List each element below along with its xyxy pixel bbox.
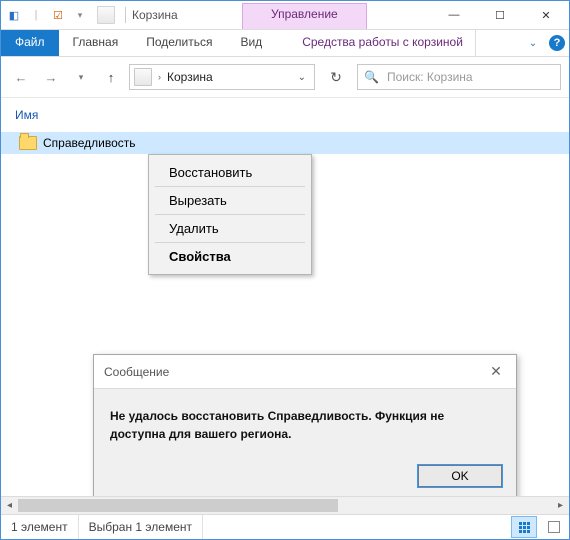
- back-button[interactable]: ←: [9, 65, 33, 89]
- ctx-delete[interactable]: Удалить: [155, 215, 305, 243]
- ctx-restore[interactable]: Восстановить: [155, 159, 305, 187]
- recent-locations-icon[interactable]: ▾: [69, 65, 93, 89]
- expand-ribbon-icon[interactable]: ⌄: [521, 30, 545, 56]
- qat-divider: |: [27, 6, 45, 24]
- titlebar-separator: [125, 7, 126, 23]
- status-bar: 1 элемент Выбран 1 элемент: [1, 514, 569, 539]
- maximize-button[interactable]: ☐: [477, 1, 523, 29]
- window-title: Корзина: [132, 8, 178, 22]
- recycle-bin-icon: [97, 6, 115, 24]
- tab-view[interactable]: Вид: [226, 30, 276, 56]
- scroll-right-icon[interactable]: ▸: [552, 497, 569, 514]
- search-input[interactable]: [385, 69, 554, 85]
- context-menu: Восстановить Вырезать Удалить Свойства: [148, 154, 312, 275]
- search-box[interactable]: 🔍: [357, 64, 561, 90]
- navigation-bar: ← → ▾ ↑ › Корзина ⌄ ↻ 🔍: [1, 57, 569, 98]
- tab-home[interactable]: Главная: [59, 30, 133, 56]
- message-dialog: Сообщение ✕ Не удалось восстановить Спра…: [93, 354, 517, 496]
- dialog-body-text: Не удалось восстановить Справедливость. …: [94, 388, 516, 455]
- large-icons-view-icon: [548, 521, 560, 533]
- status-selection: Выбран 1 элемент: [79, 515, 203, 539]
- breadcrumb-current[interactable]: Корзина: [167, 70, 213, 84]
- file-name: Справедливость: [43, 136, 136, 150]
- contextual-tab-header[interactable]: Управление: [242, 3, 367, 29]
- dialog-title-text: Сообщение: [104, 365, 169, 379]
- select-qat-icon[interactable]: ☑: [49, 6, 67, 24]
- location-recycle-icon: [134, 68, 152, 86]
- refresh-button[interactable]: ↻: [321, 63, 351, 91]
- status-item-count: 1 элемент: [1, 515, 79, 539]
- tab-share[interactable]: Поделиться: [132, 30, 226, 56]
- up-button[interactable]: ↑: [99, 65, 123, 89]
- list-item[interactable]: Справедливость: [1, 132, 569, 154]
- scroll-left-icon[interactable]: ◂: [1, 497, 18, 514]
- column-header-name[interactable]: Имя: [15, 108, 38, 122]
- dialog-ok-button[interactable]: OK: [418, 465, 502, 487]
- horizontal-scrollbar[interactable]: ◂ ▸: [1, 496, 569, 514]
- view-details-button[interactable]: [511, 516, 537, 538]
- chevron-right-icon[interactable]: ›: [158, 72, 161, 82]
- tab-recycle-tools[interactable]: Средства работы с корзиной: [290, 30, 476, 56]
- forward-button[interactable]: →: [39, 65, 63, 89]
- window-controls: — ☐ ✕: [431, 1, 569, 29]
- folder-icon: [19, 136, 37, 150]
- dialog-actions: OK: [94, 455, 516, 496]
- quick-access-toolbar: ◧ | ☑ ▾: [1, 6, 93, 24]
- help-icon: ?: [549, 35, 565, 51]
- scroll-track[interactable]: [18, 497, 552, 514]
- scroll-thumb[interactable]: [18, 499, 338, 512]
- ctx-cut[interactable]: Вырезать: [155, 187, 305, 215]
- minimize-button[interactable]: —: [431, 1, 477, 29]
- file-list-area: Имя Справедливость Восстановить Вырезать…: [1, 98, 569, 496]
- search-icon: 🔍: [364, 70, 379, 84]
- explorer-window: ◧ | ☑ ▾ Корзина Управление — ☐ ✕ Файл Гл…: [0, 0, 570, 540]
- qat-overflow-icon[interactable]: ▾: [71, 6, 89, 24]
- dialog-close-button[interactable]: ✕: [486, 363, 506, 380]
- view-large-icons-button[interactable]: [541, 516, 567, 538]
- properties-qat-icon[interactable]: ◧: [5, 6, 23, 24]
- close-button[interactable]: ✕: [523, 1, 569, 29]
- ctx-properties[interactable]: Свойства: [155, 243, 305, 270]
- help-button[interactable]: ?: [545, 30, 569, 56]
- dialog-titlebar: Сообщение ✕: [94, 355, 516, 388]
- address-bar[interactable]: › Корзина ⌄: [129, 64, 315, 90]
- ribbon-tabs: Файл Главная Поделиться Вид Средства раб…: [1, 30, 569, 57]
- titlebar: ◧ | ☑ ▾ Корзина Управление — ☐ ✕: [1, 1, 569, 30]
- details-view-icon: [519, 522, 530, 533]
- address-history-icon[interactable]: ⌄: [298, 72, 306, 83]
- tab-file[interactable]: Файл: [1, 30, 59, 56]
